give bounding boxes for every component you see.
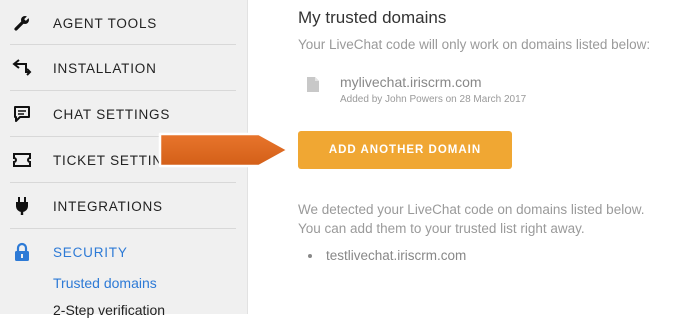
main-content: My trusted domains Your LiveChat code wi… [248, 0, 700, 314]
detected-domains-description: We detected your LiveChat code on domain… [298, 200, 698, 238]
trusted-domain-name: mylivechat.iriscrm.com [340, 74, 482, 90]
detected-line-2: You can add them to your trusted list ri… [298, 221, 585, 236]
detected-line-1: We detected your LiveChat code on domain… [298, 202, 645, 217]
sidebar-item-label: AGENT TOOLS [53, 15, 158, 31]
install-arrows-icon [12, 58, 32, 78]
wrench-icon [12, 13, 32, 33]
sidebar-item-security[interactable]: SECURITY [0, 229, 236, 275]
sidebar-item-label: INSTALLATION [53, 60, 157, 76]
trusted-domain-meta: Added by John Powers on 28 March 2017 [340, 94, 527, 105]
page-title: My trusted domains [298, 8, 447, 27]
bullet-icon [308, 253, 312, 258]
sidebar-subitem-2-step-verification[interactable]: 2-Step verification [53, 302, 165, 318]
document-icon [306, 76, 320, 93]
pointer-arrow-icon [158, 132, 290, 168]
detected-domain-name: testlivechat.iriscrm.com [326, 248, 467, 263]
sidebar-item-label: INTEGRATIONS [53, 198, 163, 214]
lock-icon [12, 242, 32, 262]
ticket-icon [12, 150, 32, 170]
chat-bubble-icon [12, 104, 32, 124]
sidebar-item-integrations[interactable]: INTEGRATIONS [0, 183, 236, 229]
trusted-domains-description: Your LiveChat code will only work on dom… [298, 37, 651, 52]
plug-icon [12, 196, 32, 216]
sidebar-item-label: CHAT SETTINGS [53, 106, 171, 122]
list-item: testlivechat.iriscrm.com [308, 248, 466, 263]
sidebar-item-agent-tools[interactable]: AGENT TOOLS [0, 0, 236, 46]
add-another-domain-button[interactable]: ADD ANOTHER DOMAIN [298, 131, 512, 169]
sidebar-item-label: SECURITY [53, 244, 128, 260]
sidebar-subitem-trusted-domains[interactable]: Trusted domains [53, 275, 157, 291]
sidebar-item-installation[interactable]: INSTALLATION [0, 45, 236, 91]
